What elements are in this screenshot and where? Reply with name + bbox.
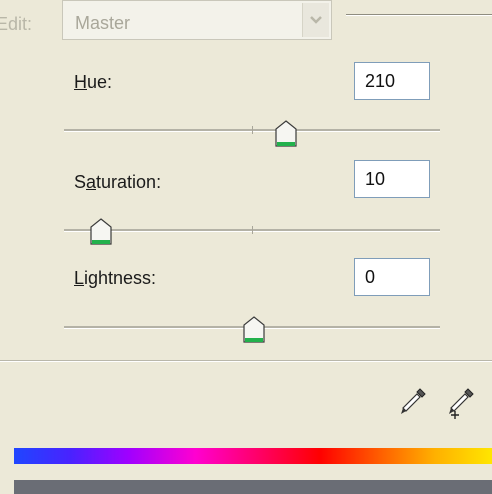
- edit-select-button[interactable]: [302, 3, 329, 37]
- edit-select-value: Master: [75, 13, 131, 33]
- lightness-input[interactable]: 0: [354, 258, 430, 296]
- saturation-input[interactable]: 10: [354, 160, 430, 198]
- edit-label: Edit:: [0, 14, 33, 34]
- lightness-value: 0: [365, 267, 376, 287]
- hue-label: Hue:: [74, 72, 113, 92]
- edit-channel-select[interactable]: Master: [62, 0, 332, 40]
- adjusted-color-bar: [14, 480, 492, 494]
- color-spectrum-bar: [14, 448, 492, 464]
- hue-slider-thumb[interactable]: [275, 120, 297, 148]
- saturation-slider-thumb[interactable]: [90, 218, 112, 246]
- lightness-slider-thumb[interactable]: [243, 316, 265, 344]
- hue-value: 210: [365, 71, 396, 91]
- hue-input[interactable]: 210: [354, 62, 430, 100]
- chevron-down-icon: [310, 16, 322, 24]
- saturation-value: 10: [365, 169, 386, 189]
- eyedropper-plus-icon[interactable]: [446, 386, 476, 420]
- saturation-label: Saturation:: [74, 172, 162, 192]
- group-border: [346, 14, 492, 15]
- section-separator: [0, 360, 492, 361]
- lightness-label: Lightness:: [74, 268, 157, 288]
- saturation-slider-center-tick: [252, 226, 253, 234]
- eyedropper-icon[interactable]: [398, 386, 428, 420]
- hue-slider-center-tick: [252, 126, 253, 134]
